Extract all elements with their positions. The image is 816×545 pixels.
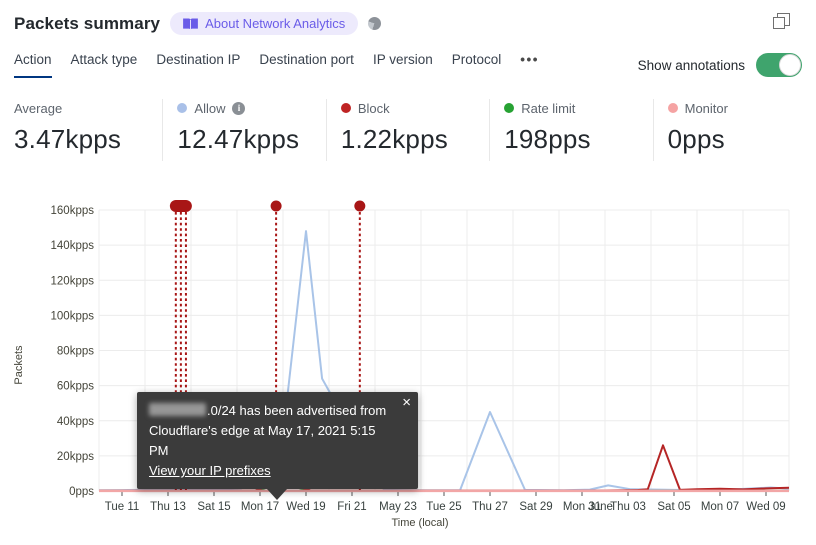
tab-ip-version[interactable]: IP version — [373, 52, 433, 78]
annotation-marker[interactable] — [270, 200, 282, 212]
legend-dot — [177, 103, 188, 113]
tab-attack-type[interactable]: Attack type — [71, 52, 138, 78]
book-icon — [183, 17, 198, 30]
show-annotations-label: Show annotations — [637, 57, 745, 73]
stat-value: 1.22kpps — [340, 124, 448, 154]
x-tick-label: Thu 03 — [610, 501, 646, 513]
redacted-ip-prefix — [149, 403, 206, 416]
tooltip-arrow — [267, 489, 287, 500]
packets-chart[interactable]: 160kpps 140kpps 120kpps 100kpps 80kpps 60kpps… — [0, 190, 816, 545]
tabs: Action Attack type Destination IP Destinati… — [14, 52, 539, 78]
legend-dot — [504, 103, 515, 113]
show-annotations-toggle[interactable] — [756, 53, 802, 77]
tab-destination-ip[interactable]: Destination IP — [156, 52, 240, 78]
info-icon[interactable]: i — [232, 101, 246, 115]
x-tick-label: Sat 05 — [657, 501, 690, 513]
x-tick-label: Mon 07 — [701, 501, 739, 513]
close-icon[interactable]: × — [402, 395, 411, 410]
stat-value: 198pps — [504, 124, 591, 154]
stat-label: Monitor — [684, 100, 728, 116]
view-ip-prefixes-link[interactable]: View your IP prefixes — [149, 463, 271, 478]
about-network-analytics-badge[interactable]: About Network Analytics — [170, 12, 359, 35]
header: Packets summary About Network Analytics — [14, 12, 382, 35]
stat-label: Rate limit — [521, 100, 576, 116]
x-tick-label: Fri 21 — [337, 501, 366, 513]
stat-label: Block — [357, 100, 390, 116]
tabs-row: Action Attack type Destination IP Destinati… — [14, 52, 802, 78]
y-tick-label: 0pps — [69, 486, 94, 498]
pie-timer-icon — [368, 17, 382, 30]
stat-allow: Allow i 12.47kpps — [162, 99, 325, 161]
y-tick-label: 140kpps — [51, 240, 95, 252]
annotation-marker[interactable] — [354, 200, 366, 212]
y-tick-label: 40kpps — [57, 416, 94, 428]
y-axis-title: Packets — [13, 345, 25, 385]
annotation-tooltip: × .0/24 has been advertised from Cloudfl… — [137, 392, 418, 500]
x-tick-label: Thu 27 — [472, 501, 508, 513]
y-tick-label: 80kpps — [57, 346, 94, 358]
stat-value: 0pps — [667, 124, 725, 154]
annotations-control: Show annotations — [638, 53, 802, 77]
legend-dot — [667, 103, 678, 113]
x-axis-title: Time (local) — [391, 517, 448, 529]
y-tick-label: 20kpps — [57, 451, 94, 463]
tab-action[interactable]: Action — [14, 52, 52, 78]
x-tick-label: Wed 19 — [286, 501, 325, 513]
popout-icon[interactable] — [773, 13, 790, 29]
x-tick-label: Sat 29 — [519, 501, 552, 513]
stat-label: Allow — [194, 100, 226, 116]
stat-label: Average — [14, 100, 63, 116]
x-tick-label: May 23 — [379, 501, 417, 513]
legend-dot — [340, 103, 351, 113]
y-tick-label: 100kpps — [51, 310, 95, 322]
stat-average: Average 3.47kpps — [0, 99, 162, 161]
stats-row: Average 3.47kpps Allow i 12.47kpps Block 1.22k… — [0, 99, 816, 161]
x-tick-label: Tue 11 — [105, 501, 140, 513]
tab-protocol[interactable]: Protocol — [452, 52, 502, 78]
stat-rate-limit: Rate limit 198pps — [489, 99, 652, 161]
x-tick-label: Mon 17 — [241, 501, 279, 513]
y-tick-label: 120kpps — [51, 275, 95, 287]
tab-more[interactable]: ••• — [520, 52, 539, 78]
tab-destination-port[interactable]: Destination port — [259, 52, 354, 78]
x-tick-label: Sat 15 — [197, 501, 230, 513]
stat-value: 3.47kpps — [14, 124, 122, 154]
network-analytics-panel: Packets summary About Network Analytics … — [0, 0, 816, 545]
stat-monitor: Monitor 0pps — [652, 99, 816, 161]
x-tick-label: Tue 25 — [426, 501, 461, 513]
y-tick-label: 60kpps — [57, 381, 94, 393]
about-badge-label: About Network Analytics — [205, 16, 346, 31]
stat-value: 12.47kpps — [177, 124, 300, 154]
chart-svg[interactable]: 160kpps 140kpps 120kpps 100kpps 80kpps 60kpps… — [0, 190, 816, 545]
tooltip-message: .0/24 has been advertised from Cloudflar… — [149, 403, 387, 458]
stat-block: Block 1.22kpps — [325, 99, 489, 161]
page-title: Packets summary — [14, 13, 161, 33]
y-tick-label: 160kpps — [51, 205, 95, 217]
toggle-knob — [779, 54, 801, 76]
x-tick-label: Wed 09 — [746, 501, 785, 513]
annotation-marker[interactable] — [169, 200, 192, 212]
x-tick-label: Thu 13 — [150, 501, 186, 513]
